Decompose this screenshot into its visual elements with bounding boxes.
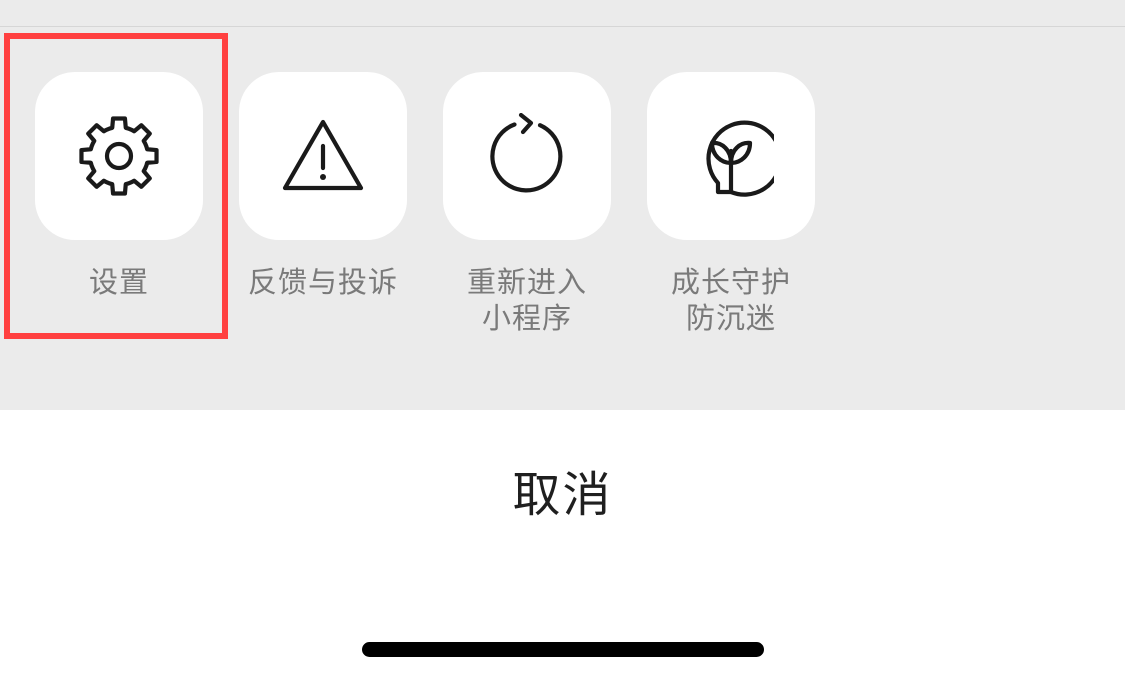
warning-triangle-icon	[282, 119, 364, 191]
reenter-tile[interactable]	[443, 72, 611, 240]
growth-guard-label-line-2: 防沉迷	[685, 301, 776, 335]
feedback-label: 反馈与投诉	[221, 264, 425, 300]
cancel-button[interactable]: 取消	[0, 410, 1125, 570]
growth-guard-tile[interactable]	[647, 72, 815, 240]
feedback-label-line-1: 反馈与投诉	[247, 265, 398, 299]
feedback-action[interactable]: 反馈与投诉	[221, 72, 425, 300]
growth-guard-label-line-1: 成长守护	[670, 265, 791, 299]
reenter-label-line-2: 小程序	[481, 301, 572, 335]
sprout-icon	[706, 120, 774, 197]
feedback-tile[interactable]	[239, 72, 407, 240]
highlight-box	[4, 33, 228, 339]
growth-guard-label: 成长守护 防沉迷	[629, 264, 833, 336]
reenter-action[interactable]: 重新进入 小程序	[425, 72, 629, 336]
growth-guard-action[interactable]: 成长守护 防沉迷	[629, 72, 833, 336]
reenter-label: 重新进入 小程序	[425, 264, 629, 336]
home-indicator	[362, 642, 764, 657]
refresh-icon	[490, 113, 563, 193]
reenter-label-line-1: 重新进入	[466, 265, 587, 299]
